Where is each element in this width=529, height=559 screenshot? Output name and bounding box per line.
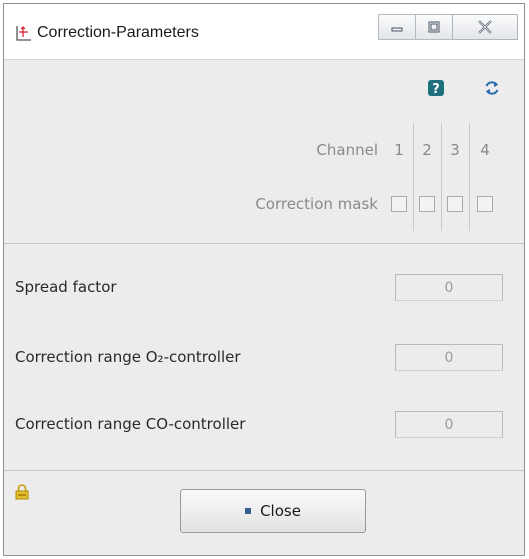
channel-column-1: 1 — [386, 123, 412, 231]
window-controls — [378, 14, 518, 40]
svg-text:?: ? — [432, 82, 440, 96]
correction-mask-checkbox-2[interactable] — [419, 196, 435, 212]
section-divider — [4, 243, 524, 244]
channel-number: 2 — [422, 141, 432, 159]
button-bullet-icon — [245, 508, 252, 514]
channel-label: Channel — [316, 141, 378, 159]
maximize-button[interactable] — [415, 14, 453, 40]
close-icon — [478, 20, 492, 34]
correction-mask-label: Correction mask — [255, 195, 378, 213]
footer-divider — [4, 470, 524, 471]
minimize-icon — [391, 27, 403, 32]
correction-mask-checkbox-3[interactable] — [447, 196, 463, 212]
co-correction-range-label: Correction range CO-controller — [15, 415, 246, 433]
channel-grid: Channel Correction mask 1 2 3 4 — [4, 123, 514, 231]
lock-icon — [15, 484, 29, 500]
channel-number: 3 — [450, 141, 460, 159]
minimize-button[interactable] — [378, 14, 416, 40]
close-window-button[interactable] — [452, 14, 518, 40]
axis-cross-icon — [16, 26, 31, 41]
dialog-content: ? Channel Correction mask 1 2 3 4 Spread… — [4, 60, 524, 555]
correction-mask-checkbox-1[interactable] — [391, 196, 407, 212]
help-icon[interactable]: ? — [428, 80, 444, 96]
correction-mask-checkbox-4[interactable] — [477, 196, 493, 212]
channel-column-4: 4 — [472, 123, 498, 231]
maximize-icon — [428, 21, 440, 33]
channel-number: 1 — [394, 141, 404, 159]
refresh-icon[interactable] — [483, 79, 501, 97]
channel-column-2: 2 — [414, 123, 440, 231]
title-bar[interactable]: Correction-Parameters — [4, 4, 524, 60]
channel-number: 4 — [480, 141, 490, 159]
o2-correction-range-label: Correction range O₂-controller — [15, 348, 241, 366]
co-correction-range-field[interactable] — [395, 411, 503, 438]
window-title: Correction-Parameters — [37, 24, 199, 41]
channel-column-3: 3 — [442, 123, 468, 231]
column-divider — [469, 123, 470, 231]
correction-parameters-window: Correction-Parameters ? Channel Correcti… — [3, 3, 525, 556]
close-button[interactable]: Close — [180, 489, 366, 533]
spread-factor-field[interactable] — [395, 274, 503, 301]
spread-factor-label: Spread factor — [15, 278, 117, 296]
close-button-label: Close — [260, 502, 301, 520]
o2-correction-range-field[interactable] — [395, 344, 503, 371]
